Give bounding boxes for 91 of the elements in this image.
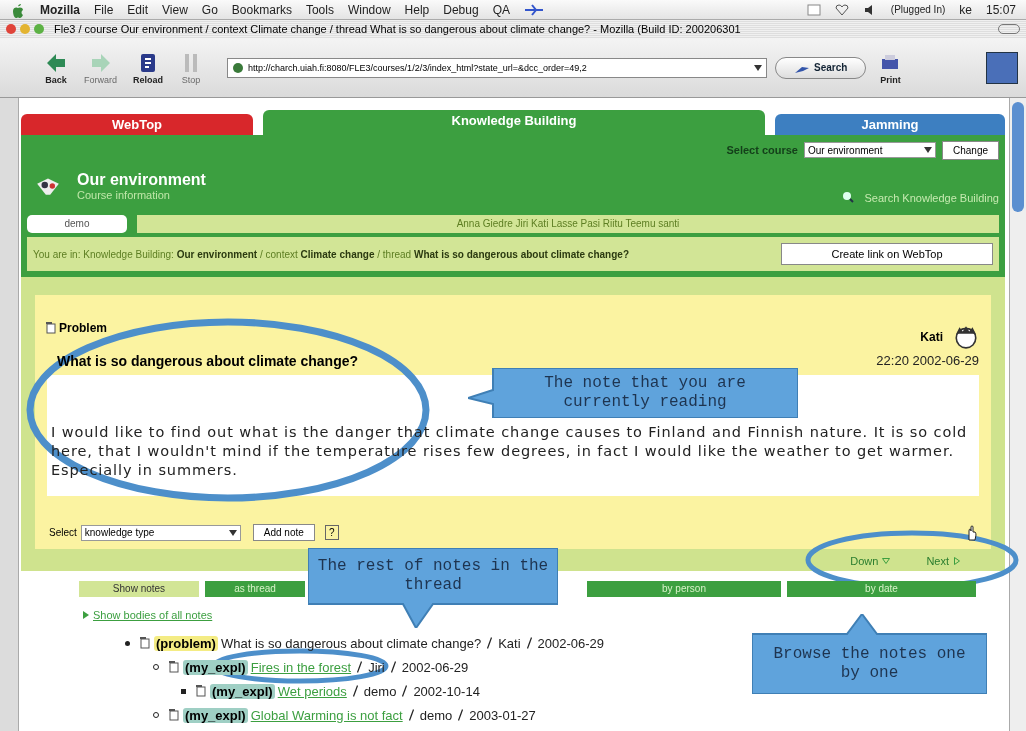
callout: The note that you are currently reading bbox=[468, 368, 798, 418]
note-author[interactable]: demo bbox=[419, 707, 453, 723]
callout: The rest of notes in the thread bbox=[308, 548, 558, 628]
callout: Browse the notes one by one bbox=[752, 614, 987, 694]
current-user-tab[interactable]: demo bbox=[27, 215, 127, 233]
avatar-icon bbox=[953, 325, 979, 349]
user-name[interactable]: ke bbox=[959, 2, 972, 17]
select-course-label: Select course bbox=[726, 144, 798, 156]
separator-icon bbox=[408, 709, 414, 721]
separator-icon bbox=[402, 685, 408, 697]
participants-bar: Anna Giedre Jiri Kati Lasse Pasi Riitu Teemu santi bbox=[137, 215, 999, 233]
scrollbar-thumb[interactable] bbox=[1012, 102, 1024, 212]
menu-item[interactable]: QA bbox=[492, 2, 510, 17]
note-date: 2002-10-14 bbox=[413, 683, 480, 699]
flag-icon[interactable] bbox=[524, 3, 544, 16]
note-icon bbox=[168, 709, 180, 721]
help-button[interactable]: ? bbox=[324, 525, 339, 540]
note-date: 2002-06-29 bbox=[537, 635, 605, 651]
expand-arrow-icon[interactable] bbox=[83, 611, 89, 619]
tab[interactable]: Jamming bbox=[775, 114, 1005, 135]
note-time: 22:20 2002-06-29 bbox=[876, 353, 979, 369]
throbber-icon bbox=[986, 51, 1018, 84]
separator-icon bbox=[357, 661, 363, 673]
heart-icon[interactable] bbox=[834, 3, 849, 16]
down-arrow-icon[interactable] bbox=[882, 557, 891, 565]
note-type-tag: (my_expl) bbox=[183, 659, 248, 675]
create-link-button[interactable]: Create link on WebTop bbox=[781, 243, 993, 265]
toolbar-button[interactable]: Reload bbox=[129, 50, 168, 85]
caret-icon[interactable] bbox=[754, 64, 763, 71]
separator-icon bbox=[458, 709, 464, 721]
note-type-tag: (my_expl) bbox=[210, 683, 275, 699]
note-type-tag: (problem) bbox=[154, 635, 218, 651]
note-date: 2002-06-29 bbox=[401, 659, 469, 675]
separator-icon bbox=[526, 637, 532, 649]
menu-item[interactable]: Debug bbox=[443, 2, 479, 17]
battery-status[interactable]: (Plugged In) bbox=[890, 4, 946, 15]
separator-icon bbox=[487, 637, 493, 649]
hand-icon[interactable] bbox=[965, 524, 977, 541]
menu-item[interactable]: Go bbox=[201, 2, 218, 17]
note-icon bbox=[139, 637, 151, 649]
note-author[interactable]: demo bbox=[363, 683, 397, 699]
caret-icon[interactable] bbox=[923, 147, 932, 153]
window-title: Fle3 / course Our environment / context Climate change / thread What is so dangerous about climate change? - Mozilla (Build ID: 200206301 bbox=[54, 23, 742, 35]
note-icon bbox=[45, 322, 57, 334]
note-type: Problem bbox=[59, 321, 107, 335]
app-menu[interactable]: Mozilla bbox=[40, 2, 80, 17]
print-button[interactable]: Print bbox=[874, 50, 907, 85]
menu-item[interactable]: Tools bbox=[305, 2, 334, 17]
zoom-button[interactable] bbox=[34, 24, 44, 34]
note-icon bbox=[168, 661, 180, 673]
menu-item[interactable]: File bbox=[94, 2, 114, 17]
search-icon[interactable] bbox=[842, 191, 855, 203]
toolbar-button[interactable]: Back bbox=[40, 50, 72, 85]
bullet-icon bbox=[181, 688, 186, 694]
down-link[interactable]: Down bbox=[850, 555, 879, 567]
caret-icon[interactable] bbox=[228, 529, 237, 536]
bullet-icon bbox=[125, 640, 130, 646]
note-link[interactable]: Fires in the forest bbox=[250, 659, 352, 675]
note-type-tag: (my_expl) bbox=[183, 707, 248, 723]
apple-icon[interactable] bbox=[10, 1, 26, 18]
menu-clock: 15:07 bbox=[985, 2, 1016, 17]
breadcrumb: You are in: Knowledge Building: Our environment / context Climate change / thread What is so dangerous about climate change? bbox=[33, 248, 630, 260]
course-title: Our environment bbox=[77, 171, 207, 189]
select-label: Select bbox=[49, 527, 77, 538]
next-link[interactable]: Next bbox=[926, 555, 949, 567]
show-bodies-link[interactable]: Show bodies of all notes bbox=[93, 609, 213, 621]
menu-item[interactable]: View bbox=[162, 2, 188, 17]
menu-item[interactable]: Bookmarks bbox=[231, 2, 292, 17]
course-select[interactable]: Our environment bbox=[803, 142, 936, 158]
separator-icon bbox=[352, 685, 358, 697]
tab[interactable]: WebTop bbox=[21, 114, 253, 135]
note-author[interactable]: Kati bbox=[920, 330, 943, 344]
knowledge-type-select[interactable]: knowledge type bbox=[80, 524, 241, 541]
note-date: 2003-01-27 bbox=[469, 707, 536, 723]
menu-item[interactable]: Edit bbox=[127, 2, 149, 17]
menu-item[interactable]: Window bbox=[347, 2, 391, 17]
search-button[interactable]: Search bbox=[775, 56, 867, 79]
separator-icon bbox=[390, 661, 396, 673]
note-author[interactable]: Kati bbox=[498, 635, 521, 651]
right-arrow-icon[interactable] bbox=[953, 557, 961, 565]
add-note-button[interactable]: Add note bbox=[252, 524, 315, 541]
window-icon[interactable] bbox=[806, 3, 821, 16]
site-icon bbox=[232, 61, 245, 74]
show-notes-label: Show notes bbox=[79, 581, 199, 597]
close-button[interactable] bbox=[6, 24, 16, 34]
note-icon bbox=[195, 685, 207, 697]
change-button[interactable]: Change bbox=[941, 140, 999, 160]
menu-item[interactable]: Help bbox=[404, 2, 430, 17]
note-title: What is so dangerous about climate change? bbox=[220, 635, 482, 651]
note-link[interactable]: Wet periods bbox=[277, 683, 347, 699]
address-field[interactable]: http://charch.uiah.fi:8080/FLE3/courses/1/2/3/index_html?state_url=&dcc_order=49,2 bbox=[227, 57, 768, 78]
